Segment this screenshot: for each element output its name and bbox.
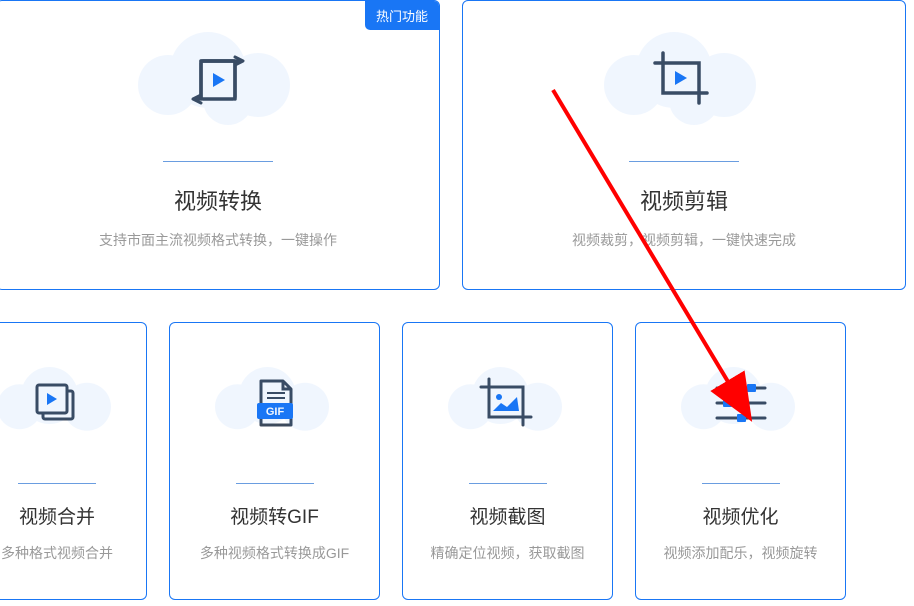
- card-video-edit[interactable]: 视频剪辑 视频裁剪，视频剪辑，一键快速完成: [462, 0, 906, 290]
- card-desc: 多种视频格式转换成GIF: [192, 543, 357, 563]
- card-video-optimize[interactable]: 视频优化 视频添加配乐，视频旋转: [635, 322, 846, 600]
- divider: [163, 161, 273, 162]
- icon-zone: [463, 1, 905, 159]
- divider: [18, 483, 96, 484]
- icon-zone: GIF: [170, 323, 379, 483]
- card-title: 视频截图: [469, 502, 545, 529]
- divider: [702, 483, 780, 484]
- card-video-merge[interactable]: 视频合并 多种格式视频合并: [0, 322, 147, 600]
- icon-zone: [403, 323, 612, 483]
- divider: [629, 161, 739, 162]
- card-title: 视频转GIF: [230, 502, 319, 529]
- card-video-convert[interactable]: 热门功能 视频转换 支持市面主流视频格式转换，一键操作: [0, 0, 440, 290]
- card-video-screenshot[interactable]: 视频截图 精确定位视频，获取截图: [402, 322, 613, 600]
- divider: [469, 483, 547, 484]
- card-desc: 视频添加配乐，视频旋转: [656, 543, 826, 563]
- card-title: 视频转换: [174, 184, 262, 216]
- card-title: 视频优化: [702, 502, 778, 529]
- card-title: 视频合并: [19, 502, 95, 529]
- card-desc: 多种格式视频合并: [0, 543, 121, 563]
- card-desc: 精确定位视频，获取截图: [423, 543, 593, 563]
- card-desc: 支持市面主流视频格式转换，一键操作: [99, 230, 337, 250]
- icon-zone: [0, 323, 146, 483]
- card-desc: 视频裁剪，视频剪辑，一键快速完成: [572, 230, 796, 250]
- icon-zone: [0, 1, 439, 159]
- icon-zone: [636, 323, 845, 483]
- card-title: 视频剪辑: [640, 184, 728, 216]
- card-video-to-gif[interactable]: GIF 视频转GIF 多种视频格式转换成GIF: [169, 322, 380, 600]
- divider: [236, 483, 314, 484]
